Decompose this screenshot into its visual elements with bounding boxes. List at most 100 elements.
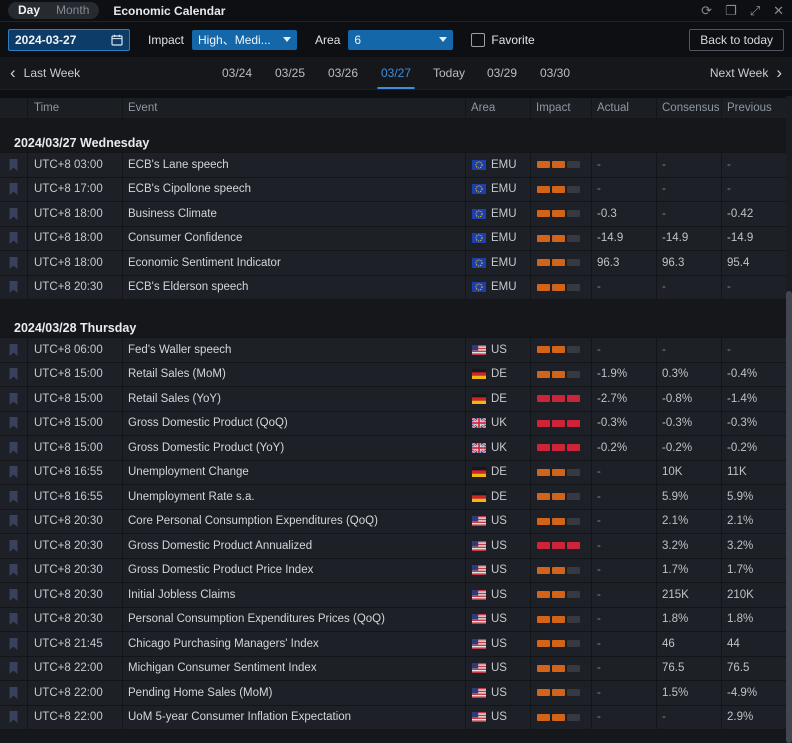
week-day-0327[interactable]: 03/27 (370, 57, 423, 89)
previous-value: -4.9% (722, 681, 792, 706)
bookmark-icon[interactable] (0, 706, 28, 731)
week-day-0326[interactable]: 03/26 (317, 57, 370, 89)
checkbox-icon (471, 33, 485, 47)
area-code: EMU (491, 232, 517, 244)
week-day-0329[interactable]: 03/29 (476, 57, 529, 89)
table-row: UTC+8 15:00Retail Sales (YoY)DE-2.7%-0.8… (0, 387, 792, 412)
consensus-value: - (657, 706, 722, 731)
event-name: Business Climate (123, 202, 466, 227)
bookmark-icon[interactable] (0, 178, 28, 203)
event-name: Unemployment Change (123, 461, 466, 486)
area-code: US (491, 711, 507, 723)
week-day-today[interactable]: Today (423, 57, 476, 89)
event-time: UTC+8 15:00 (28, 363, 123, 388)
table-row: UTC+8 15:00Gross Domestic Product (QoQ)U… (0, 412, 792, 437)
expand-icon[interactable]: ⤢ (750, 4, 760, 17)
bookmark-icon[interactable] (0, 632, 28, 657)
impact-medium-indicator (531, 640, 580, 647)
table-row: UTC+8 06:00Fed's Waller speechUS--- (0, 338, 792, 363)
bookmark-icon[interactable] (0, 510, 28, 535)
bookmark-icon[interactable] (0, 251, 28, 276)
table-row: UTC+8 20:30Personal Consumption Expendit… (0, 608, 792, 633)
impact-value: High、Medi... (198, 31, 271, 48)
actual-value: 96.3 (592, 251, 657, 276)
bookmark-icon[interactable] (0, 412, 28, 437)
close-icon[interactable]: ✕ (773, 4, 784, 17)
bookmark-icon[interactable] (0, 534, 28, 559)
bookmark-icon[interactable] (0, 608, 28, 633)
flag-emu-icon (472, 258, 486, 268)
actual-value: - (592, 657, 657, 682)
actual-value: - (592, 178, 657, 203)
previous-value: 1.8% (722, 608, 792, 633)
area-cell: EMU (466, 251, 531, 276)
bookmark-icon[interactable] (0, 583, 28, 608)
consensus-value: - (657, 276, 722, 301)
next-week-button[interactable]: Next Week › (710, 66, 782, 81)
impact-medium-indicator (531, 235, 580, 242)
week-day-0324[interactable]: 03/24 (211, 57, 264, 89)
previous-value: 210K (722, 583, 792, 608)
table-row: UTC+8 20:30Initial Jobless ClaimsUS-215K… (0, 583, 792, 608)
event-name: Core Personal Consumption Expenditures (… (123, 510, 466, 535)
previous-value: 2.1% (722, 510, 792, 535)
date-picker[interactable]: 2024-03-27 (8, 29, 130, 51)
bookmark-icon[interactable] (0, 153, 28, 178)
flag-de-icon (472, 394, 486, 404)
bookmark-icon[interactable] (0, 363, 28, 388)
bookmark-icon[interactable] (0, 461, 28, 486)
area-cell: DE (466, 387, 531, 412)
favorite-checkbox[interactable]: Favorite (471, 33, 534, 47)
event-name: Consumer Confidence (123, 227, 466, 252)
actual-value: - (592, 276, 657, 301)
bookmark-icon[interactable] (0, 387, 28, 412)
table-row: UTC+8 03:00ECB's Lane speechEMU--- (0, 153, 792, 178)
actual-value: - (592, 534, 657, 559)
area-cell: EMU (466, 153, 531, 178)
bookmark-icon[interactable] (0, 657, 28, 682)
bookmark-icon[interactable] (0, 436, 28, 461)
week-day-0330[interactable]: 03/30 (529, 57, 582, 89)
consensus-value: -14.9 (657, 227, 722, 252)
bookmark-icon[interactable] (0, 338, 28, 363)
event-time: UTC+8 16:55 (28, 461, 123, 486)
previous-value: -0.4% (722, 363, 792, 388)
tab-day[interactable]: Day (10, 2, 48, 19)
event-name: ECB's Elderson speech (123, 276, 466, 301)
impact-dropdown[interactable]: High、Medi... (192, 30, 297, 50)
impact-high-indicator (531, 542, 580, 549)
area-dropdown[interactable]: 6 (348, 30, 453, 50)
flag-us-icon (472, 688, 486, 698)
impact-cell (531, 202, 592, 227)
area-code: US (491, 687, 507, 699)
impact-medium-indicator (531, 493, 580, 500)
bookmark-icon[interactable] (0, 559, 28, 584)
area-code: DE (491, 466, 507, 478)
scrollbar-thumb[interactable] (786, 291, 792, 743)
flag-us-icon (472, 614, 486, 624)
section-header: 2024/03/29 Friday (0, 730, 792, 743)
calendar-table: TimeEventAreaImpactActualConsensusPrevio… (0, 98, 792, 743)
back-to-today-button[interactable]: Back to today (689, 29, 784, 51)
impact-cell (531, 632, 592, 657)
impact-medium-indicator (531, 714, 580, 721)
popout-icon[interactable]: ❐ (725, 4, 737, 17)
last-week-button[interactable]: ‹ Last Week (10, 66, 80, 81)
area-code: UK (491, 442, 507, 454)
bookmark-icon[interactable] (0, 485, 28, 510)
week-day-0325[interactable]: 03/25 (264, 57, 317, 89)
previous-value: - (722, 338, 792, 363)
col-impact: Impact (531, 98, 592, 119)
bookmark-icon[interactable] (0, 681, 28, 706)
previous-value: -0.2% (722, 436, 792, 461)
previous-value: - (722, 276, 792, 301)
bookmark-icon[interactable] (0, 202, 28, 227)
area-cell: EMU (466, 227, 531, 252)
area-cell: US (466, 632, 531, 657)
refresh-icon[interactable]: ⟳ (701, 4, 712, 17)
area-cell: EMU (466, 276, 531, 301)
bookmark-icon[interactable] (0, 227, 28, 252)
impact-cell (531, 608, 592, 633)
tab-month[interactable]: Month (48, 2, 97, 19)
bookmark-icon[interactable] (0, 276, 28, 301)
